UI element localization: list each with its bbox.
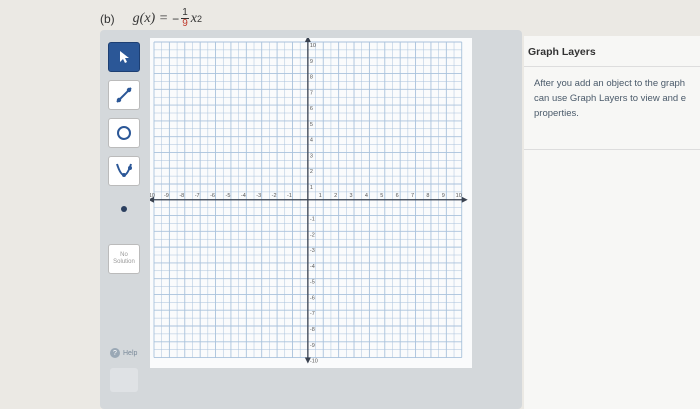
x-axis-arrow-right	[461, 196, 468, 203]
y-tick-label: -9	[310, 343, 315, 349]
graph-layers-description: After you add an object to the graph can…	[524, 67, 700, 150]
function-lhs: g(x) =	[132, 10, 169, 26]
problem-part: (b)	[100, 11, 115, 26]
circle-tool[interactable]	[108, 118, 140, 148]
y-tick-label: -5	[310, 280, 315, 286]
x-tick-label: -10	[150, 193, 155, 199]
no-solution-button[interactable]: No Solution	[108, 244, 140, 274]
arrow-cursor-icon	[120, 51, 129, 63]
fraction-denominator: 9	[182, 18, 188, 29]
y-tick-label: 5	[310, 122, 313, 128]
x-tick-label: -4	[241, 193, 246, 199]
layers-desc-line-2: can use Graph Layers to view and e	[534, 93, 687, 104]
x-tick-label: 8	[426, 193, 429, 199]
point-icon	[121, 206, 127, 212]
layers-desc-line-1: After you add an object to the graph	[534, 78, 686, 89]
graph-toolbar: No Solution	[108, 42, 144, 282]
function-fraction: 1 9	[181, 8, 189, 29]
y-tick-label: -6	[310, 295, 315, 301]
y-tick-label: 7	[310, 90, 313, 96]
help-icon: ?	[110, 348, 120, 358]
layers-desc-line-3: properties.	[534, 108, 579, 119]
x-tick-label: 3	[349, 193, 352, 199]
y-tick-label: -4	[310, 264, 315, 270]
extra-tool-button[interactable]	[110, 368, 138, 392]
coordinate-plane[interactable]: -10 -9 -8 -7 -6 -5 -4 -3 -2 -1 1 2 3 4 5 6 7 8 9 10 10 9 8 7 6 5 4…	[150, 38, 472, 368]
y-tick-label: 1	[310, 185, 313, 191]
y-tick-label: 10	[310, 43, 316, 49]
function-exponent: 2	[196, 13, 202, 24]
graph-layers-panel: Graph Layers After you add an object to …	[524, 36, 700, 409]
x-tick-label: -9	[164, 193, 169, 199]
x-tick-label: 6	[396, 193, 399, 199]
y-tick-label: -8	[310, 327, 315, 333]
x-tick-label: -2	[272, 193, 277, 199]
x-tick-label: 1	[319, 193, 322, 199]
help-link[interactable]: ? Help	[110, 348, 137, 358]
no-solution-label-2: Solution	[113, 259, 135, 265]
problem-label: (b) g(x) = − 1 9 x 2	[100, 8, 202, 29]
x-tick-label: 2	[334, 193, 337, 199]
coordinate-grid[interactable]: -10 -9 -8 -7 -6 -5 -4 -3 -2 -1 1 2 3 4 5 6 7 8 9 10 10 9 8 7 6 5 4…	[150, 38, 472, 368]
y-tick-label: -2	[310, 232, 315, 238]
pointer-tool[interactable]	[108, 42, 140, 72]
x-tick-label: 4	[365, 193, 368, 199]
x-tick-label: -7	[195, 193, 200, 199]
point-tool[interactable]	[108, 194, 140, 224]
line-segment-icon	[116, 87, 132, 103]
y-tick-label: 2	[310, 169, 313, 175]
y-tick-label: 8	[310, 75, 313, 81]
x-tick-label: 10	[456, 193, 462, 199]
parabola-icon	[116, 163, 132, 177]
line-tool[interactable]	[108, 80, 140, 110]
parabola-tool[interactable]	[108, 156, 140, 186]
y-tick-label: 6	[310, 106, 313, 112]
y-tick-label: 9	[310, 59, 313, 65]
y-tick-label: -10	[310, 359, 318, 365]
x-tick-label: -3	[256, 193, 261, 199]
x-tick-label: 9	[442, 193, 445, 199]
x-tick-label: -5	[225, 193, 230, 199]
x-tick-label: 5	[380, 193, 383, 199]
circle-icon	[117, 126, 131, 140]
x-tick-label: -8	[179, 193, 184, 199]
x-tick-label: 7	[411, 193, 414, 199]
y-tick-label: -7	[310, 311, 315, 317]
y-axis-arrow-up	[304, 38, 311, 42]
x-tick-label: -1	[287, 193, 292, 199]
function-minus: −	[172, 11, 180, 26]
help-label: Help	[123, 349, 138, 357]
y-tick-label: -3	[310, 248, 315, 254]
y-tick-label: -1	[310, 217, 315, 223]
graph-layers-title: Graph Layers	[524, 36, 700, 67]
y-tick-label: 3	[310, 153, 313, 159]
x-tick-label: -6	[210, 193, 215, 199]
y-tick-label: 4	[310, 138, 313, 144]
no-solution-label-1: No	[120, 252, 128, 258]
